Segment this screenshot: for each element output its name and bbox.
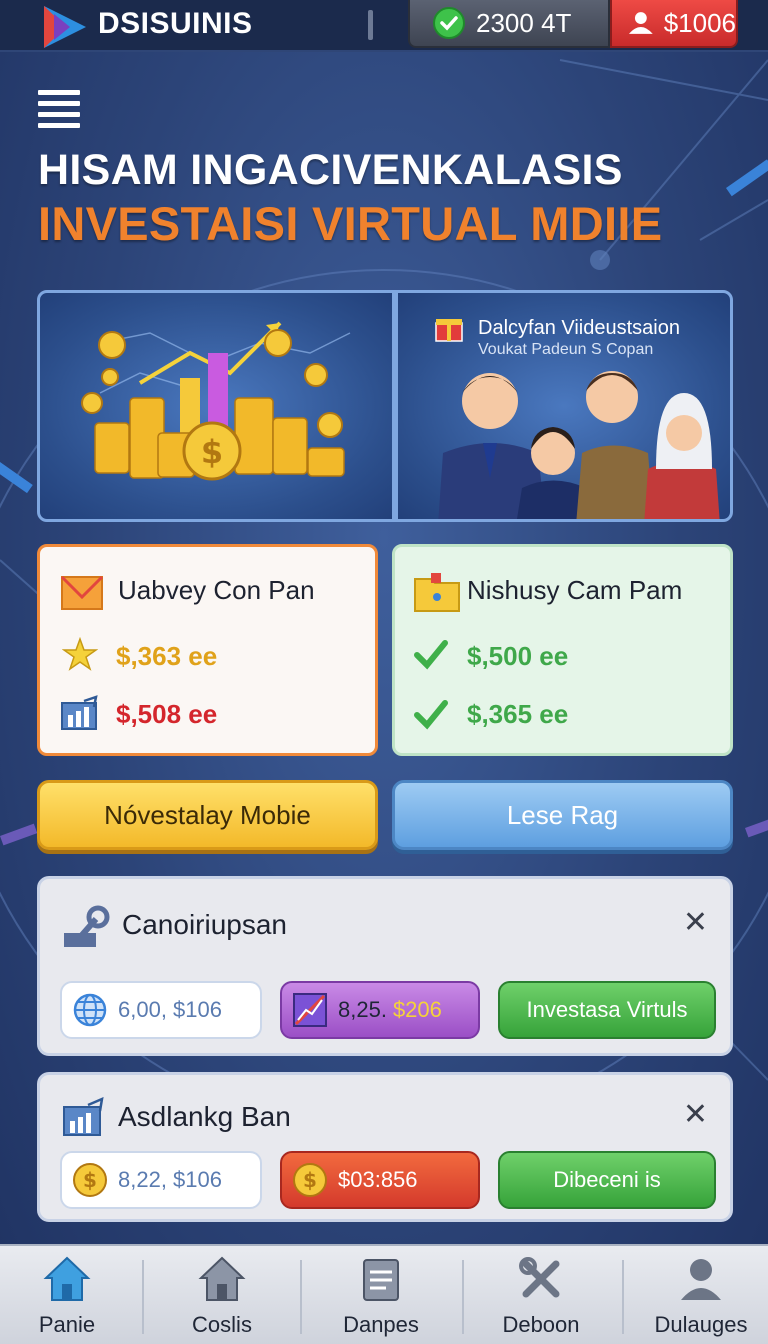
invest-mobile-button[interactable]: Nóvestalay Mobie — [37, 780, 378, 850]
summary-right-value-2: $,365 ee — [467, 699, 569, 729]
invest-virtual-button[interactable]: Investasa Virtuls — [498, 981, 716, 1039]
nav-item-coslis[interactable]: Coslis — [147, 1246, 297, 1344]
panel-2-stat-2[interactable]: $ $03:856 — [280, 1151, 480, 1209]
coin-balance-value: 2300 4T — [476, 7, 572, 38]
nav-item-danpes[interactable]: Danpes — [306, 1246, 456, 1344]
secondary-action-button[interactable]: Lese Rag — [392, 780, 733, 850]
svg-text:$: $ — [201, 433, 223, 471]
coins-growth-banner[interactable]: $ — [37, 290, 395, 522]
panel-2-stat-1[interactable]: $ 8,22, $106 — [60, 1151, 262, 1209]
tools-icon — [519, 1257, 560, 1298]
panel-2-stat-1-value: 8,22, $106 — [118, 1167, 222, 1192]
coin-balance[interactable]: 2300 4T — [408, 0, 610, 48]
home-icon — [43, 1256, 91, 1301]
check-coin-icon — [433, 7, 465, 39]
nav-item-deboon[interactable]: Deboon — [466, 1246, 616, 1344]
team-illustration — [438, 371, 720, 519]
dibeceni-button[interactable]: Dibeceni is — [498, 1151, 716, 1209]
house-icon — [198, 1256, 246, 1301]
wrench-icon — [64, 905, 110, 947]
coin-icon: $ — [73, 1163, 107, 1197]
svg-text:$: $ — [83, 1168, 97, 1192]
header-divider — [368, 10, 373, 40]
panel-2-title: Asdlankg Ban — [118, 1101, 291, 1132]
investment-panel-2: Asdlankg Ban ✕ $ 8,22, $106 $ $03:856 Di… — [37, 1072, 733, 1222]
nav-separator — [142, 1260, 144, 1334]
panel-1-stat-2-prefix: 8,25. — [338, 997, 387, 1022]
user-icon — [628, 12, 653, 34]
nav-label: Deboon — [502, 1312, 580, 1337]
cash-balance[interactable]: $1006 — [610, 0, 738, 48]
investment-panel-1: Canoiriupsan ✕ 6,00, $106 8,25. $206 Inv… — [37, 876, 733, 1056]
team-promo-banner[interactable]: Dalcyfan Viidеustsaion Voukat Padeun S C… — [395, 290, 733, 522]
top-bar: DSISUINIS 2300 4T $1006 — [0, 0, 768, 52]
cash-balance-value: $1006 — [663, 7, 736, 38]
close-icon[interactable]: ✕ — [683, 1097, 708, 1132]
coins-chart-illustration: $ — [81, 321, 351, 481]
globe-icon — [73, 993, 107, 1027]
nav-label: Dulauges — [654, 1312, 748, 1337]
nav-item-dulauges[interactable]: Dulauges — [626, 1246, 768, 1344]
svg-text:$: $ — [303, 1168, 317, 1192]
close-icon[interactable]: ✕ — [683, 905, 708, 940]
nav-label: Coslis — [192, 1312, 252, 1337]
summary-left-value-2: $,508 ee — [116, 699, 218, 729]
growth-chart-icon — [63, 1097, 104, 1136]
nav-separator — [622, 1260, 624, 1334]
summary-left-value-1: $,363 ee — [116, 641, 218, 671]
check-icon — [414, 700, 448, 730]
chart-icon — [293, 993, 327, 1027]
panel-1-stat-1[interactable]: 6,00, $106 — [60, 981, 262, 1039]
check-icon — [414, 640, 448, 670]
panel-1-stat-2[interactable]: 8,25. $206 — [280, 981, 480, 1039]
app-logo-icon — [44, 6, 86, 48]
document-icon — [363, 1259, 399, 1301]
mail-icon — [60, 575, 104, 610]
star-icon — [62, 637, 98, 671]
summary-card-right[interactable]: Nishusy Cam Pam $,500 ee $,365 ee — [392, 544, 733, 756]
summary-card-left[interactable]: Uabvey Con Pan $,363 ee $,508 ee — [37, 544, 378, 756]
panel-1-stat-2-value: $206 — [392, 997, 442, 1022]
growth-chart-icon — [61, 695, 98, 730]
brand-name: DSISUINIS — [98, 7, 253, 40]
menu-icon[interactable] — [38, 90, 80, 128]
nav-label: Danpes — [343, 1312, 419, 1337]
panel-1-title: Canoiriupsan — [122, 909, 287, 940]
nav-item-panie[interactable]: Panie — [0, 1246, 142, 1344]
nav-separator — [300, 1260, 302, 1334]
panel-1-stat-1-value: 6,00, $106 — [118, 997, 222, 1022]
summary-left-title: Uabvey Con Pan — [118, 575, 315, 605]
nav-separator — [462, 1260, 464, 1334]
page-subheadline: INVESTAISI VIRTUAL MDIIE — [38, 197, 663, 250]
summary-right-value-1: $,500 ee — [467, 641, 569, 671]
summary-right-title: Nishusy Cam Pam — [467, 575, 683, 605]
nav-label: Panie — [38, 1312, 96, 1337]
bottom-navigation: Panie Coslis Danpes Deboon Dulauges — [0, 1244, 768, 1344]
panel-2-stat-2-value: $03:856 — [338, 1167, 418, 1192]
folder-icon — [414, 573, 460, 612]
user-icon — [681, 1259, 721, 1300]
page-headline: HISAM INGACIVENKALASIS — [38, 146, 623, 194]
coin-icon: $ — [293, 1163, 327, 1197]
